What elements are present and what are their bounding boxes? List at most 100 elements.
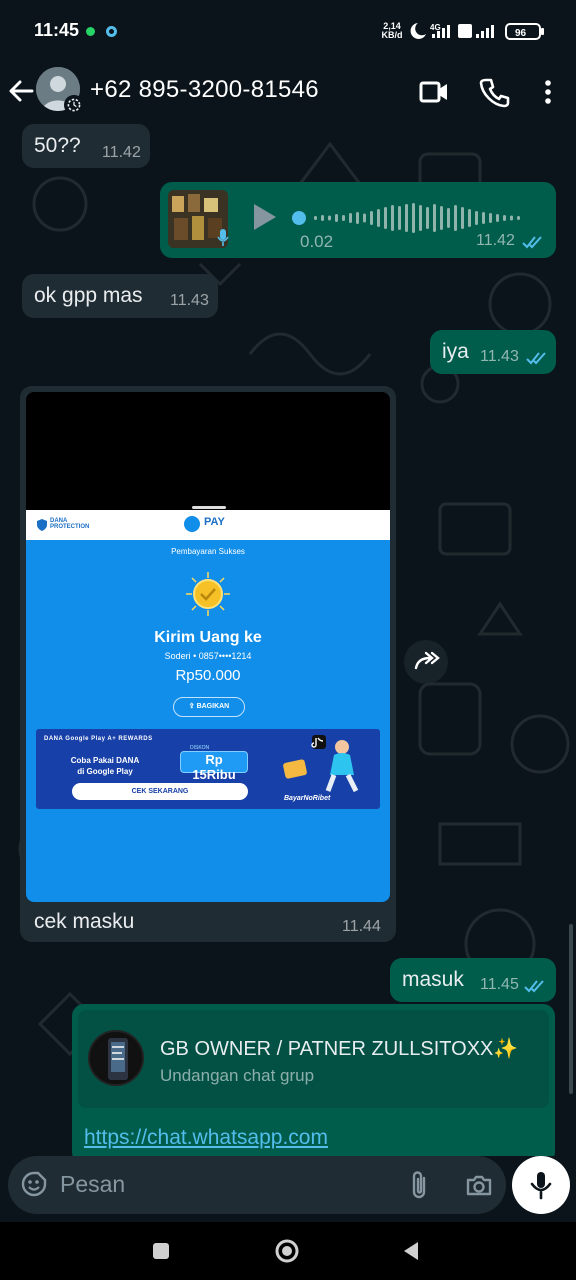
forward-icon xyxy=(414,651,440,670)
voice-message[interactable]: 0.02 11.42 xyxy=(160,182,556,258)
chat-scrollbar[interactable] xyxy=(569,924,573,1094)
dana-receipt: DANA PROTECTION PAY Pembayaran Sukses Ki… xyxy=(26,510,390,902)
back-arrow-icon[interactable] xyxy=(6,76,36,106)
camera-icon[interactable] xyxy=(464,1170,494,1200)
message-input-box[interactable] xyxy=(8,1156,506,1214)
image-caption: cek masku xyxy=(34,910,135,933)
video-call-icon[interactable] xyxy=(416,74,452,110)
chat-area[interactable]: 50?? 11.42 0.02 11.42 ok gpp mas 11.43 i… xyxy=(0,124,576,1156)
voice-progress-dot[interactable] xyxy=(292,211,306,225)
banner-brands: DANA Google Play A+ REWARDS xyxy=(44,736,153,742)
chat-header: +62 895-3200-81546 xyxy=(0,62,576,124)
promo-person-illustration xyxy=(283,735,359,793)
discount-value: Rp 15Ribu xyxy=(192,752,236,782)
waveform-bar xyxy=(377,209,380,227)
protection-line2: PROTECTION xyxy=(50,524,90,530)
message-time: 11.44 xyxy=(342,918,381,935)
banner-cta: CEK SEKARANG xyxy=(72,783,248,800)
waveform-bar xyxy=(363,213,366,223)
system-nav-bar xyxy=(0,1222,576,1280)
waveform-bar xyxy=(440,206,443,230)
message-text: iya xyxy=(442,340,469,363)
group-avatar xyxy=(88,1030,144,1086)
voice-record-button[interactable] xyxy=(512,1156,570,1214)
home-icon[interactable] xyxy=(272,1236,302,1266)
payment-status: Pembayaran Sukses xyxy=(171,547,245,556)
more-menu-icon[interactable] xyxy=(530,74,566,110)
waveform-bar xyxy=(412,203,415,233)
play-icon[interactable] xyxy=(252,202,278,232)
waveform-bar xyxy=(349,213,352,223)
waveform-bar xyxy=(342,215,345,221)
sticker-icon[interactable] xyxy=(20,1170,48,1198)
message-time: 11.43 xyxy=(170,292,209,309)
waveform-bar xyxy=(461,207,464,229)
sync-notification-icon xyxy=(106,26,117,37)
read-ticks-icon xyxy=(522,236,542,249)
image-message[interactable]: DANA PROTECTION PAY Pembayaran Sukses Ki… xyxy=(20,386,396,942)
sheet-handle xyxy=(192,506,226,509)
battery-level: 96 xyxy=(515,28,527,39)
contact-name[interactable]: +62 895-3200-81546 xyxy=(90,76,319,104)
group-invite-message[interactable]: GB OWNER / PATNER ZULLSITOXX✨ Undangan c… xyxy=(72,1004,555,1156)
paperclip-icon[interactable] xyxy=(406,1170,434,1200)
forward-button[interactable] xyxy=(404,640,448,684)
banner-tag: BayarNoRibet xyxy=(284,795,331,802)
dana-logo-icon xyxy=(184,516,200,532)
promo-banner: DANA Google Play A+ REWARDS Coba Pakai D… xyxy=(36,729,380,809)
waveform-bar xyxy=(314,216,317,220)
waveform-bar xyxy=(391,205,394,231)
message-incoming[interactable]: ok gpp mas 11.43 xyxy=(22,274,218,318)
net-speed-unit: KB/d xyxy=(381,30,403,40)
voice-call-icon[interactable] xyxy=(476,74,512,110)
waveform-bar xyxy=(468,209,471,227)
back-nav-icon[interactable] xyxy=(396,1236,426,1266)
message-outgoing[interactable]: masuk 11.45 xyxy=(390,958,556,1002)
receipt-image[interactable]: DANA PROTECTION PAY Pembayaran Sukses Ki… xyxy=(26,392,390,902)
waveform-bar xyxy=(482,212,485,224)
composer-bar xyxy=(0,1156,576,1222)
moon-icon xyxy=(410,23,426,39)
waveform-bar xyxy=(489,213,492,223)
status-ring-icon xyxy=(64,95,84,115)
waveform-bar xyxy=(503,215,506,221)
pay-label: PAY xyxy=(204,516,225,528)
waveform-bar xyxy=(370,211,373,225)
success-coin-icon xyxy=(186,572,230,616)
share-button: ⇪ BAGIKAN xyxy=(173,697,245,717)
waveform-bar xyxy=(328,215,331,221)
message-text: ok gpp mas xyxy=(34,284,143,307)
waveform-bar xyxy=(433,204,436,232)
waveform-bar xyxy=(398,206,401,230)
waveform-bar xyxy=(496,214,499,222)
receipt-title: Kirim Uang ke xyxy=(154,629,262,646)
message-text: masuk xyxy=(402,968,464,991)
share-label: BAGIKAN xyxy=(196,703,230,710)
recents-icon[interactable] xyxy=(146,1236,176,1266)
network-type: 4G xyxy=(430,23,441,32)
shield-icon xyxy=(37,519,47,531)
invite-preview[interactable]: GB OWNER / PATNER ZULLSITOXX✨ Undangan c… xyxy=(78,1010,549,1108)
status-bar: 11:45 2,14 KB/d 4G 96 xyxy=(0,0,576,62)
receipt-amount: Rp50.000 xyxy=(175,667,241,684)
invite-link[interactable]: https://chat.whatsapp.com xyxy=(84,1126,328,1150)
read-ticks-icon xyxy=(526,352,546,365)
banner-line1: Coba Pakai DANA xyxy=(70,756,140,765)
message-incoming[interactable]: 50?? 11.42 xyxy=(22,124,150,168)
receipt-recipient: Soderi • 0857••••1214 xyxy=(164,651,252,661)
message-input[interactable] xyxy=(60,1166,390,1202)
microphone-small-icon xyxy=(217,229,229,246)
microphone-icon xyxy=(530,1172,552,1200)
discount-label: DISKON xyxy=(190,745,210,751)
message-time: 11.42 xyxy=(476,232,515,249)
banner-line2: di Google Play xyxy=(77,767,133,776)
message-outgoing[interactable]: iya 11.43 xyxy=(430,330,556,374)
whatsapp-notification-icon xyxy=(86,27,95,36)
message-text: 50?? xyxy=(34,134,81,157)
waveform-bar xyxy=(454,205,457,231)
waveform-bar xyxy=(384,207,387,229)
message-time: 11.42 xyxy=(102,144,141,161)
message-time: 11.45 xyxy=(480,976,519,993)
waveform-bar xyxy=(426,207,429,229)
net-speed: 2,14 KB/d xyxy=(381,22,403,40)
